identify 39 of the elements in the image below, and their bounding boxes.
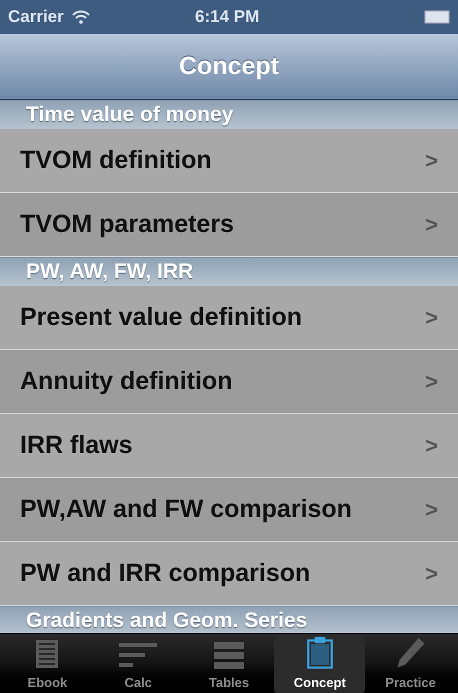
section-title: PW, AW, FW, IRR <box>26 259 194 286</box>
list-row[interactable]: Annuity definition > <box>0 350 458 414</box>
tab[interactable]: Tables <box>184 636 274 693</box>
chevron: > <box>425 560 438 588</box>
chevron: > <box>425 304 438 332</box>
row-label: TVOM definition <box>20 144 212 176</box>
tab[interactable]: Practice <box>365 636 456 693</box>
list-row[interactable]: TVOM parameters > <box>0 193 458 257</box>
row-label: PW,AW and FW comparison <box>20 494 352 525</box>
clipboard-icon <box>306 636 334 668</box>
list-row[interactable]: PW,AW and FW comparison > <box>0 478 458 542</box>
wifi-icon <box>72 10 90 24</box>
row-label: PW and IRR comparison <box>20 558 310 589</box>
list-row[interactable]: IRR flaws > <box>0 414 458 478</box>
tab[interactable]: Concept <box>274 636 366 693</box>
document-icon <box>35 638 60 668</box>
row-label: TVOM parameters <box>20 208 234 240</box>
battery-icon <box>424 10 450 24</box>
tab[interactable]: Ebook <box>2 636 93 693</box>
stack-icon <box>214 640 244 668</box>
carrier-label: Carrier <box>8 6 64 28</box>
section-title: Gradients and Geom. Series <box>26 608 308 633</box>
chevron: > <box>425 432 438 460</box>
tab[interactable]: Calc <box>92 636 184 693</box>
list-row[interactable]: TVOM definition > <box>0 129 458 193</box>
chevron: > <box>425 147 438 175</box>
chevron: > <box>425 496 438 524</box>
row-label: Present value definition <box>20 302 302 333</box>
navigation-title: Concept <box>179 50 279 82</box>
list-row[interactable]: Present value definition > <box>0 286 458 350</box>
row-label: IRR flaws <box>20 430 133 461</box>
lines-icon <box>119 640 158 668</box>
time-label: 6:14 PM <box>195 6 260 28</box>
chevron: > <box>425 211 438 239</box>
chevron: > <box>425 368 438 396</box>
row-label: Annuity definition <box>20 366 232 397</box>
pencil-icon <box>394 636 427 668</box>
section-title: Time value of money <box>26 102 234 128</box>
list-row[interactable]: PW and IRR comparison > <box>0 542 458 606</box>
